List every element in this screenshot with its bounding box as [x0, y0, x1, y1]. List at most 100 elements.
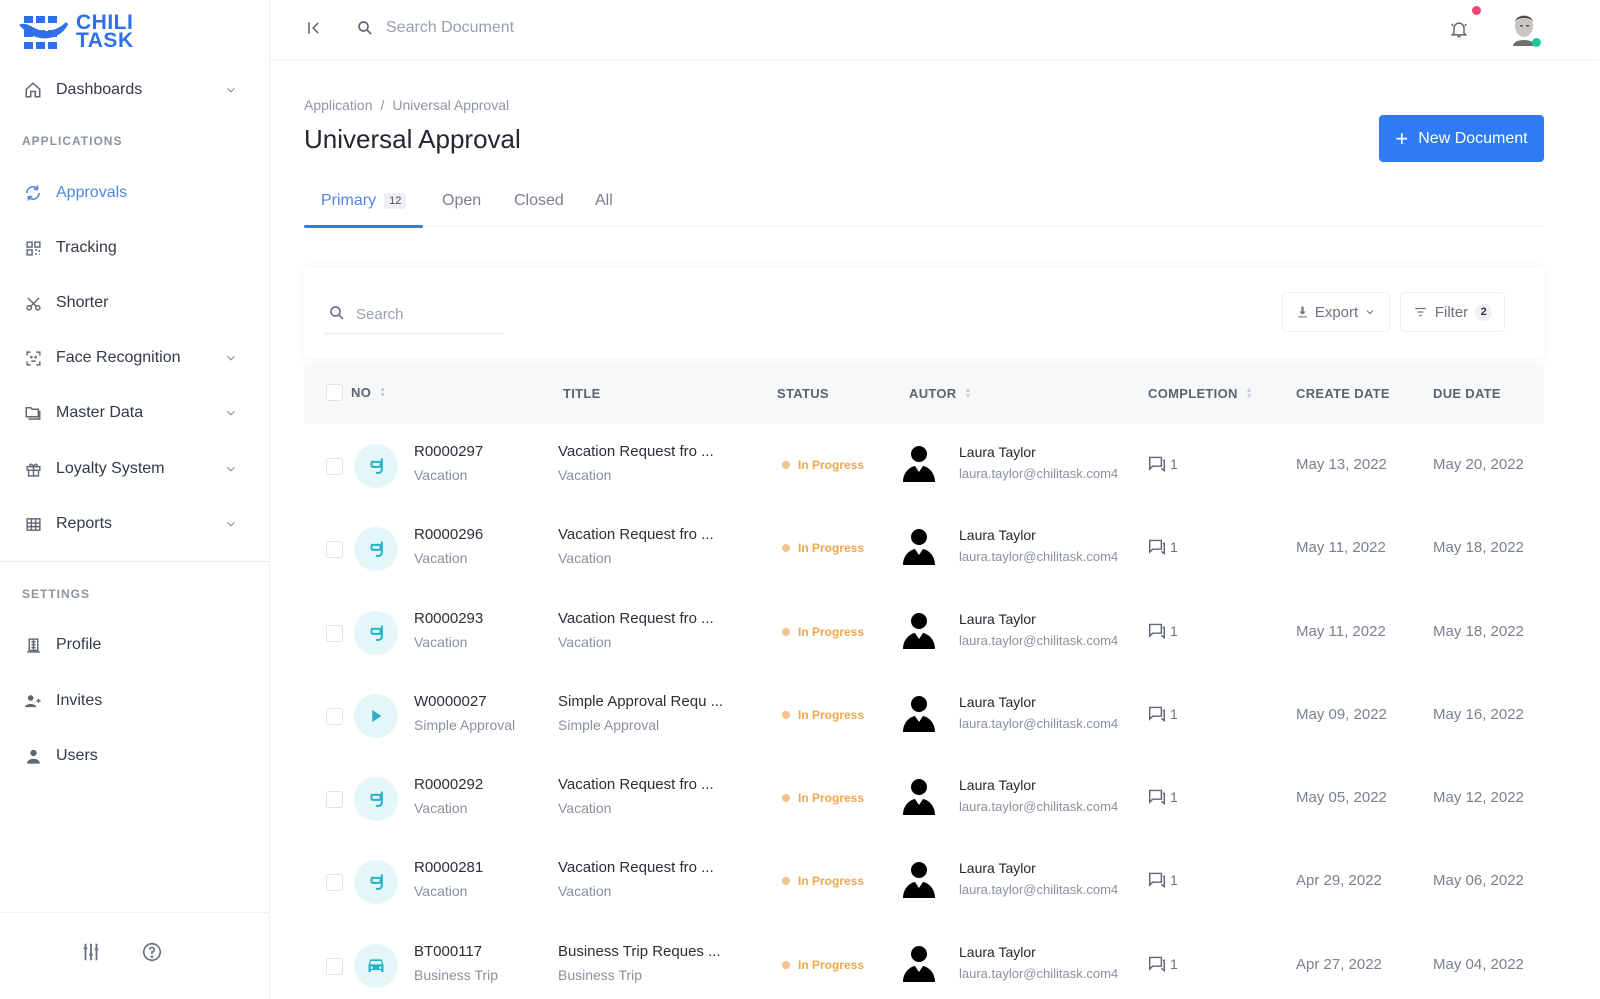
row-checkbox[interactable] [326, 957, 343, 975]
status-dot [782, 461, 790, 469]
sidebar-item-profile[interactable]: Profile [22, 630, 248, 660]
due-date: May 16, 2022 [1433, 705, 1524, 723]
document-title[interactable]: Vacation Request fro ... [558, 443, 714, 460]
document-type-icon [354, 860, 398, 905]
tab-primary[interactable]: Primary 12 [304, 175, 424, 228]
document-number[interactable]: R0000297 [414, 443, 483, 460]
tab-closed[interactable]: Closed [497, 175, 581, 227]
sidebar-item-label: Face Recognition [56, 349, 181, 366]
document-number[interactable]: R0000281 [414, 859, 483, 876]
sidebar-item-invites[interactable]: Invites [22, 686, 248, 716]
document-type-icon [354, 527, 398, 572]
document-title[interactable]: Business Trip Reques ... [558, 943, 721, 960]
document-title-sub: Vacation [558, 467, 612, 483]
status-badge: In Progress [782, 541, 864, 555]
sort-icon[interactable]: ▲ ▼ [1246, 387, 1253, 400]
document-type-icon [354, 693, 398, 738]
create-date: May 11, 2022 [1296, 539, 1386, 557]
document-number[interactable]: R0000292 [414, 776, 483, 793]
notification-dot [1472, 6, 1481, 15]
sidebar-item-tracking[interactable]: Tracking [22, 233, 248, 263]
sidebar-item-shorter[interactable]: Shorter [22, 288, 248, 318]
row-checkbox[interactable] [326, 624, 343, 642]
tab-open[interactable]: Open [425, 175, 498, 227]
sidebar-item-users[interactable]: Users [22, 741, 248, 771]
completion-comments: 1 [1148, 539, 1178, 556]
settings-section-label: SETTINGS [22, 587, 91, 601]
due-date: May 12, 2022 [1433, 789, 1524, 807]
search-document-input[interactable] [386, 14, 786, 42]
status-label: In Progress [798, 791, 865, 806]
document-number[interactable]: W0000027 [414, 693, 487, 710]
author-avatar-icon [903, 779, 935, 816]
document-number[interactable]: R0000293 [414, 610, 483, 627]
table-row[interactable]: R0000297 Vacation Vacation Request fro .… [304, 424, 1544, 507]
table-row[interactable]: BT000117 Business Trip Business Trip Req… [304, 924, 1544, 999]
sort-icon[interactable]: ▲ ▼ [379, 386, 386, 399]
column-header-label: CREATE DATE [1296, 386, 1390, 401]
bell-icon[interactable] [1449, 18, 1469, 40]
sidebar-item-approvals[interactable]: Approvals [22, 178, 248, 208]
completion-comments: 1 [1148, 706, 1178, 722]
sidebar-item-loyalty-system[interactable]: Loyalty System [22, 454, 248, 484]
sidebar-item-label: Master Data [56, 404, 144, 421]
table-search-input[interactable] [324, 296, 504, 334]
document-title[interactable]: Vacation Request fro ... [558, 610, 714, 627]
face-scan-icon [22, 347, 44, 369]
sidebar-item-reports[interactable]: Reports [22, 509, 248, 539]
create-date: May 13, 2022 [1296, 456, 1387, 473]
user-plus-icon [22, 690, 44, 712]
status-dot [782, 960, 790, 969]
filter-icon [1415, 307, 1426, 317]
tab-all[interactable]: All [578, 175, 630, 227]
status-badge: In Progress [782, 458, 864, 472]
filter-button[interactable]: Filter 2 [1400, 292, 1505, 332]
completion-comments: 1 [1148, 872, 1178, 889]
chevron-down-icon [227, 521, 235, 527]
table-row[interactable]: R0000296 Vacation Vacation Request fro .… [304, 507, 1544, 590]
author-name: Laura Taylor [959, 610, 1036, 627]
row-checkbox[interactable] [326, 458, 343, 475]
row-checkbox[interactable] [326, 791, 343, 809]
sidebar-item-label: Users [56, 747, 98, 764]
new-document-button[interactable]: + New Document [1379, 115, 1544, 162]
breadcrumb: Application / Universal Approval [304, 97, 509, 113]
sidebar-footer [0, 912, 269, 999]
document-title[interactable]: Vacation Request fro ... [558, 859, 714, 876]
select-all-checkbox[interactable] [326, 384, 343, 401]
author-email: laura.taylor@chilitask.com4 [959, 715, 1119, 731]
breadcrumb-application[interactable]: Application [304, 97, 373, 113]
sliders-icon[interactable] [80, 941, 102, 963]
comment-count: 1 [1170, 955, 1178, 972]
comments-icon [1149, 873, 1165, 889]
author-avatar-icon [903, 695, 935, 732]
status-label: In Progress [798, 458, 865, 472]
document-title[interactable]: Vacation Request fro ... [558, 776, 714, 793]
status-dot [782, 877, 790, 886]
document-number[interactable]: R0000296 [414, 526, 483, 543]
sort-icon[interactable]: ▲ ▼ [964, 387, 971, 400]
row-checkbox[interactable] [326, 541, 343, 559]
collapse-sidebar-icon[interactable] [304, 18, 324, 38]
author-email: laura.taylor@chilitask.com4 [959, 466, 1119, 481]
document-number[interactable]: BT000117 [414, 943, 482, 960]
applications-section-label: APPLICATIONS [22, 134, 123, 148]
table-row[interactable]: R0000293 Vacation Vacation Request fro .… [304, 591, 1544, 674]
document-title-sub: Business Trip [558, 966, 643, 983]
row-checkbox[interactable] [326, 874, 343, 892]
export-button[interactable]: Export [1282, 292, 1390, 332]
document-title[interactable]: Simple Approval Requ ... [558, 693, 723, 710]
help-circle-icon[interactable] [141, 941, 163, 963]
row-checkbox[interactable] [326, 707, 343, 725]
table-row[interactable]: R0000292 Vacation Vacation Request fro .… [304, 757, 1544, 840]
table-row[interactable]: R0000281 Vacation Vacation Request fro .… [304, 840, 1544, 923]
chevron-down-icon [227, 410, 235, 416]
table-row[interactable]: W0000027 Simple Approval Simple Approval… [304, 674, 1544, 757]
user-icon [22, 745, 44, 767]
sidebar-item-dashboards[interactable]: Dashboards [22, 75, 248, 105]
brand-logo[interactable]: CHILI TASK [18, 12, 134, 52]
chevron-down-icon [1366, 310, 1374, 315]
sidebar-item-face-recognition[interactable]: Face Recognition [22, 343, 248, 373]
document-title[interactable]: Vacation Request fro ... [558, 526, 714, 543]
sidebar-item-master-data[interactable]: Master Data [22, 398, 248, 428]
